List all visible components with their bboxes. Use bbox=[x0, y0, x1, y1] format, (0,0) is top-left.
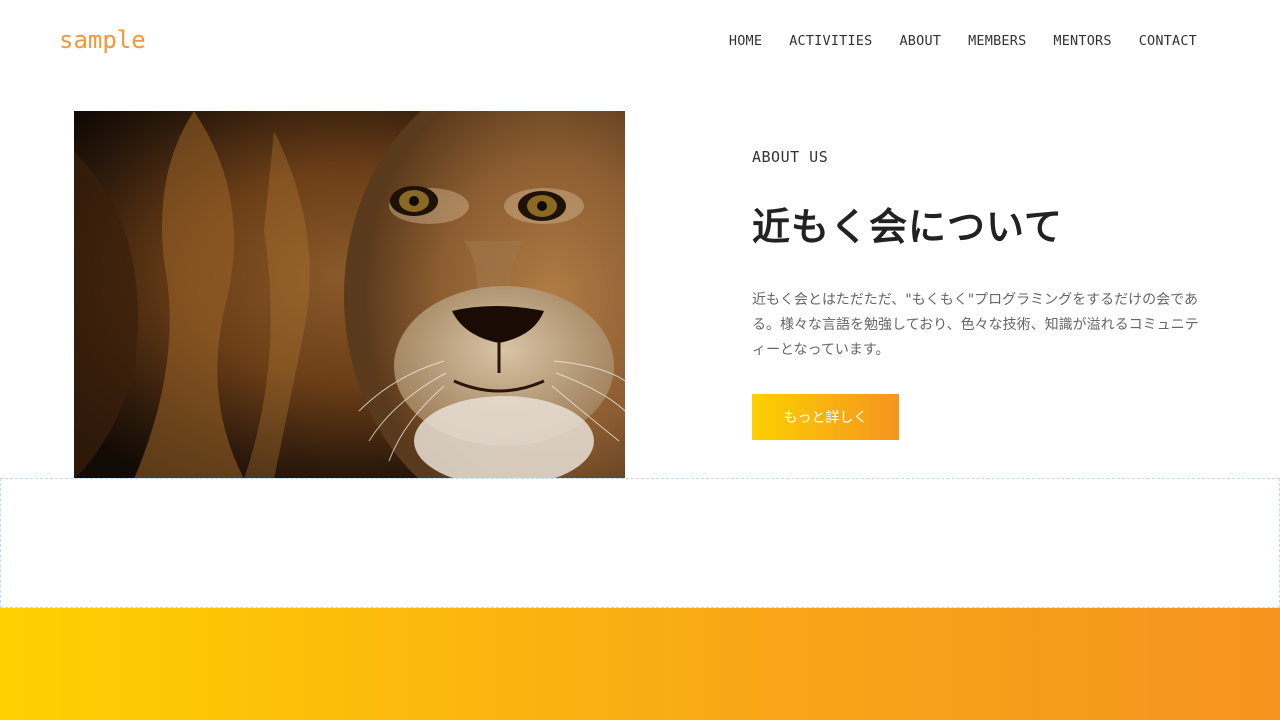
nav-item-home[interactable]: HOME bbox=[729, 33, 762, 49]
site-logo[interactable]: sample bbox=[59, 26, 146, 54]
section-eyebrow: ABOUT US bbox=[752, 148, 829, 166]
lion-illustration bbox=[74, 111, 625, 479]
section-description: 近もく会とはただただ、"もくもく"プログラミングをするだけの会である。様々な言語… bbox=[752, 292, 1199, 358]
nav-item-members[interactable]: MEMBERS bbox=[968, 33, 1026, 49]
section-title: 近もく会について bbox=[752, 205, 1063, 249]
empty-section bbox=[0, 478, 1280, 608]
nav-item-contact[interactable]: CONTACT bbox=[1139, 33, 1197, 49]
nav-item-mentors[interactable]: MENTORS bbox=[1053, 33, 1111, 49]
nav-item-activities[interactable]: ACTIVITIES bbox=[789, 33, 872, 49]
lion-photo bbox=[74, 111, 625, 479]
main-nav: HOME ACTIVITIES ABOUT MEMBERS MENTORS CO… bbox=[729, 33, 1197, 49]
more-details-button[interactable]: もっと詳しく bbox=[752, 394, 899, 440]
gradient-band bbox=[0, 608, 1280, 720]
nav-item-about[interactable]: ABOUT bbox=[899, 33, 941, 49]
